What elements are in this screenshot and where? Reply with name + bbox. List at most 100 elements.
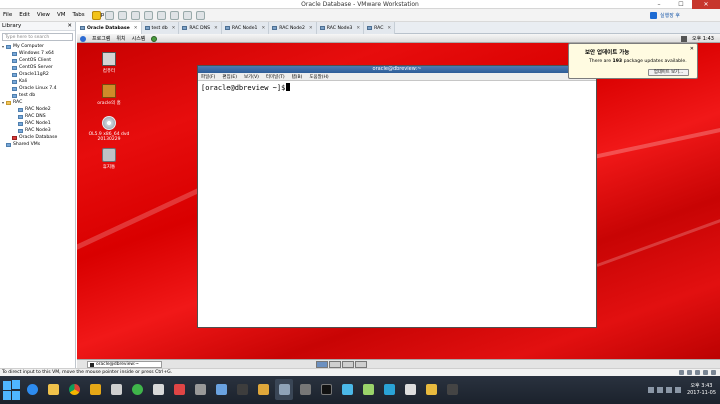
host-clock[interactable]: 오후 3:43 2017-11-05 bbox=[687, 383, 716, 397]
library-item[interactable]: Shared VMs bbox=[0, 141, 75, 148]
terminal-menu-item[interactable]: 터미널(T) bbox=[266, 74, 285, 80]
app-icon[interactable] bbox=[422, 379, 440, 400]
file-explorer-icon[interactable] bbox=[44, 379, 62, 400]
library-item[interactable]: Oracle Linux 7.4 bbox=[0, 85, 75, 92]
tab-vm[interactable]: RAC ✕ bbox=[364, 22, 396, 34]
app-icon[interactable] bbox=[149, 379, 167, 400]
notification-close-icon[interactable]: ✕ bbox=[690, 46, 694, 52]
desktop-icon-trash[interactable]: 휴지통 bbox=[84, 148, 134, 170]
volume-icon[interactable] bbox=[680, 35, 687, 42]
workspace-4[interactable] bbox=[355, 361, 367, 368]
library-item[interactable]: test db bbox=[0, 92, 75, 99]
terminal-menu-item[interactable]: 편집(E) bbox=[222, 74, 237, 80]
revert-snapshot-icon[interactable] bbox=[131, 11, 140, 20]
library-item[interactable]: CentOS Client bbox=[0, 57, 75, 64]
library-item[interactable]: ▾ My Computer bbox=[0, 43, 75, 50]
power-icon[interactable] bbox=[92, 11, 101, 20]
app-icon[interactable] bbox=[254, 379, 272, 400]
network-icon[interactable] bbox=[695, 370, 700, 375]
menu-tabs[interactable]: Tabs bbox=[72, 12, 84, 18]
gnome-foot-icon[interactable] bbox=[80, 35, 86, 42]
workspace-switcher[interactable] bbox=[316, 361, 367, 368]
app-icon[interactable] bbox=[338, 379, 356, 400]
console-view-icon[interactable] bbox=[183, 11, 192, 20]
workspace-3[interactable] bbox=[342, 361, 354, 368]
vmware-icon[interactable] bbox=[275, 379, 293, 400]
guest-taskbar-terminal[interactable]: oracle@dbreview:~ bbox=[87, 361, 162, 368]
terminal-window[interactable]: oracle@dbreview:~ – □ ✕ 파일(F) 편집(E) 보기(V) 터… bbox=[197, 65, 597, 328]
app-icon[interactable] bbox=[107, 379, 125, 400]
library-item[interactable]: Oracle Database bbox=[0, 134, 75, 141]
web-browser-icon[interactable] bbox=[151, 35, 158, 42]
tab-vm[interactable]: Oracle Database ✕ bbox=[77, 22, 142, 34]
tab-vm[interactable]: RAC Node3 ✕ bbox=[316, 22, 365, 34]
tab-vm[interactable]: test db ✕ bbox=[141, 22, 180, 34]
hdd-icon[interactable] bbox=[679, 370, 684, 375]
view-updates-button[interactable]: 업데이트 보기... bbox=[648, 69, 689, 76]
menu-view[interactable]: View bbox=[37, 12, 50, 18]
stretch-icon[interactable] bbox=[196, 11, 205, 20]
desktop-icon-computer[interactable]: 컴퓨터 bbox=[84, 52, 134, 74]
internet-explorer-icon[interactable] bbox=[23, 379, 41, 400]
close-tab-icon[interactable]: ✕ bbox=[261, 26, 265, 31]
library-item[interactable]: RAC Node3 bbox=[0, 127, 75, 134]
library-item[interactable]: ▾ RAC bbox=[0, 99, 75, 106]
gnome-menu-places[interactable]: 위치 bbox=[116, 35, 125, 42]
close-icon[interactable]: ✕ bbox=[692, 0, 720, 9]
cd-icon[interactable] bbox=[687, 370, 692, 375]
close-tab-icon[interactable]: ✕ bbox=[387, 26, 391, 31]
app-icon[interactable] bbox=[380, 379, 398, 400]
windows-start-icon[interactable] bbox=[3, 380, 21, 400]
library-item[interactable]: RAC DNS bbox=[0, 113, 75, 120]
tab-vm[interactable]: RAC Node2 ✕ bbox=[269, 22, 317, 34]
library-item[interactable]: Windows 7 x64 bbox=[0, 50, 75, 57]
menu-file[interactable]: File bbox=[3, 12, 12, 18]
upgrade-button[interactable]: 실행장 후 bbox=[650, 11, 680, 20]
workspace-2[interactable] bbox=[329, 361, 341, 368]
app-icon[interactable] bbox=[443, 379, 461, 400]
app-icon[interactable] bbox=[212, 379, 230, 400]
sound-card-icon[interactable] bbox=[711, 370, 716, 375]
unity-icon[interactable] bbox=[170, 11, 179, 20]
app-icon[interactable] bbox=[401, 379, 419, 400]
app-icon[interactable] bbox=[191, 379, 209, 400]
full-screen-icon[interactable] bbox=[157, 11, 166, 20]
terminal-menu-item[interactable]: 파일(F) bbox=[201, 74, 215, 80]
tab-vm[interactable]: RAC Node1 ✕ bbox=[221, 22, 270, 34]
app-icon[interactable] bbox=[296, 379, 314, 400]
app-icon[interactable] bbox=[233, 379, 251, 400]
close-tab-icon[interactable]: ✕ bbox=[172, 26, 176, 31]
library-search-input[interactable]: Type here to search bbox=[2, 33, 73, 41]
app-icon[interactable] bbox=[359, 379, 377, 400]
vm-display[interactable]: 프로그램 위치 시스템 오후 1:43 컴퓨터 oracle의 홈 OL5.9 … bbox=[77, 34, 720, 368]
maximize-icon[interactable]: ☐ bbox=[670, 0, 692, 9]
volume-tray-icon[interactable] bbox=[665, 387, 672, 393]
terminal-menu-item[interactable]: 도움말(H) bbox=[309, 74, 328, 80]
library-item[interactable]: RAC Node2 bbox=[0, 106, 75, 113]
ime-icon[interactable] bbox=[674, 387, 681, 393]
library-item[interactable]: Kali bbox=[0, 78, 75, 85]
close-tab-icon[interactable]: ✕ bbox=[356, 26, 360, 31]
tray-arrow-icon[interactable] bbox=[647, 387, 654, 393]
app-icon[interactable] bbox=[86, 379, 104, 400]
chrome-icon[interactable] bbox=[65, 379, 83, 400]
menu-edit[interactable]: Edit bbox=[19, 12, 30, 18]
library-item[interactable]: RAC Node1 bbox=[0, 120, 75, 127]
send-keys-icon[interactable] bbox=[105, 11, 114, 20]
menu-vm[interactable]: VM bbox=[57, 12, 66, 18]
usb-icon[interactable] bbox=[703, 370, 708, 375]
kakaotalk-icon[interactable] bbox=[128, 379, 146, 400]
guest-clock[interactable]: 오후 1:43 bbox=[692, 35, 714, 42]
desktop-icon-dvd[interactable]: OL5.9 x86_64 dvd 20130229 bbox=[82, 116, 136, 142]
terminal-menu-item[interactable]: 탭(B) bbox=[292, 74, 303, 80]
snapshot-icon[interactable] bbox=[118, 11, 127, 20]
app-icon[interactable] bbox=[170, 379, 188, 400]
terminal-menu-item[interactable]: 보기(V) bbox=[244, 74, 259, 80]
close-tab-icon[interactable]: ✕ bbox=[309, 26, 313, 31]
close-library-icon[interactable]: ✕ bbox=[67, 23, 72, 29]
tab-vm[interactable]: RAC DNS ✕ bbox=[179, 22, 222, 34]
close-tab-icon[interactable]: ✕ bbox=[214, 26, 218, 31]
minimize-icon[interactable]: – bbox=[648, 0, 670, 9]
gnome-menu-system[interactable]: 시스템 bbox=[132, 35, 146, 42]
terminal-titlebar[interactable]: oracle@dbreview:~ – □ ✕ bbox=[198, 66, 596, 73]
